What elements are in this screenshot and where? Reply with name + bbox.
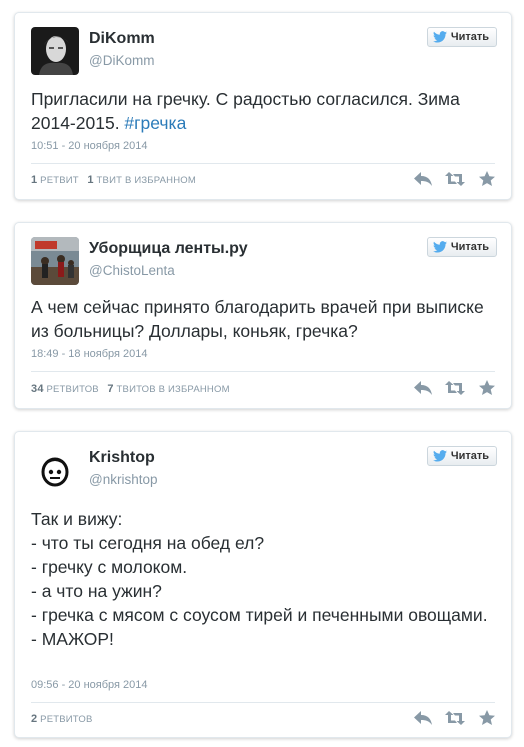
twitter-bird-icon: [432, 450, 447, 462]
avatar[interactable]: [31, 446, 79, 494]
tweet-text: Пригласили на гречку. С радостью согласи…: [31, 89, 460, 133]
author-handle[interactable]: @DiKomm: [89, 53, 154, 68]
tweet-card-3: Krishtop @nkrishtop Читать Так и вижу: -…: [14, 431, 512, 738]
retweet-icon[interactable]: [445, 710, 465, 726]
author-handle[interactable]: @ChistoLenta: [89, 263, 175, 278]
divider: [31, 163, 495, 164]
follow-label: Читать: [450, 450, 489, 462]
retweet-label: ретвитов: [46, 384, 99, 395]
reply-icon[interactable]: [413, 171, 433, 187]
tweet-card-2: Уборщица ленты.ру @ChistoLenta Читать А …: [14, 222, 512, 409]
avatar[interactable]: [31, 237, 79, 285]
retweet-icon[interactable]: [445, 380, 465, 396]
author-name[interactable]: DiKomm: [89, 30, 155, 48]
twitter-bird-icon: [432, 31, 447, 43]
retweet-label: ретвитов: [40, 714, 93, 725]
tweet-actions: [413, 710, 497, 726]
tweet-timestamp[interactable]: 10:51 - 20 ноября 2014: [31, 140, 148, 152]
tweet-actions: [413, 171, 497, 187]
divider: [31, 702, 495, 703]
favorite-label: твитов в избранном: [116, 384, 230, 395]
tweet-stats: 34 ретвитов 7 твитов в избранном: [31, 383, 230, 395]
retweet-label: ретвит: [40, 175, 79, 186]
retweet-count[interactable]: 1: [31, 174, 37, 186]
author-handle[interactable]: @nkrishtop: [89, 472, 157, 487]
favorite-count[interactable]: 1: [87, 174, 93, 186]
follow-button[interactable]: Читать: [426, 237, 497, 257]
follow-button[interactable]: Читать: [426, 446, 497, 466]
reply-icon[interactable]: [413, 380, 433, 396]
tweet-timestamp[interactable]: 09:56 - 20 ноября 2014: [31, 679, 148, 691]
retweet-icon[interactable]: [445, 171, 465, 187]
tweet-text: А чем сейчас принято благодарить врачей …: [31, 297, 484, 341]
follow-label: Читать: [450, 31, 489, 43]
follow-label: Читать: [450, 241, 489, 253]
star-icon[interactable]: [477, 380, 497, 396]
avatar[interactable]: [31, 27, 79, 75]
star-icon[interactable]: [477, 710, 497, 726]
tweet-timestamp[interactable]: 18:49 - 18 ноября 2014: [31, 348, 148, 360]
retweet-count[interactable]: 34: [31, 383, 44, 395]
tweet-text: Так и вижу: - что ты сегодня на обед ел?…: [31, 509, 488, 649]
favorite-label: твит в избранном: [96, 175, 196, 186]
author-name[interactable]: Уборщица ленты.ру: [89, 240, 248, 258]
divider: [31, 371, 495, 372]
tweet-stats: 2 ретвитов: [31, 713, 93, 725]
retweet-count[interactable]: 2: [31, 713, 37, 725]
follow-button[interactable]: Читать: [426, 27, 497, 47]
tweet-stats: 1 ретвит 1 твит в избранном: [31, 174, 196, 186]
tweet-actions: [413, 380, 497, 396]
star-icon[interactable]: [477, 171, 497, 187]
reply-icon[interactable]: [413, 710, 433, 726]
tweet-card-1: DiKomm @DiKomm Читать Пригласили на греч…: [14, 12, 512, 200]
favorite-count[interactable]: 7: [107, 383, 113, 395]
hashtag-link[interactable]: #гречка: [124, 113, 186, 133]
author-name[interactable]: Krishtop: [89, 449, 155, 467]
twitter-bird-icon: [432, 241, 447, 253]
